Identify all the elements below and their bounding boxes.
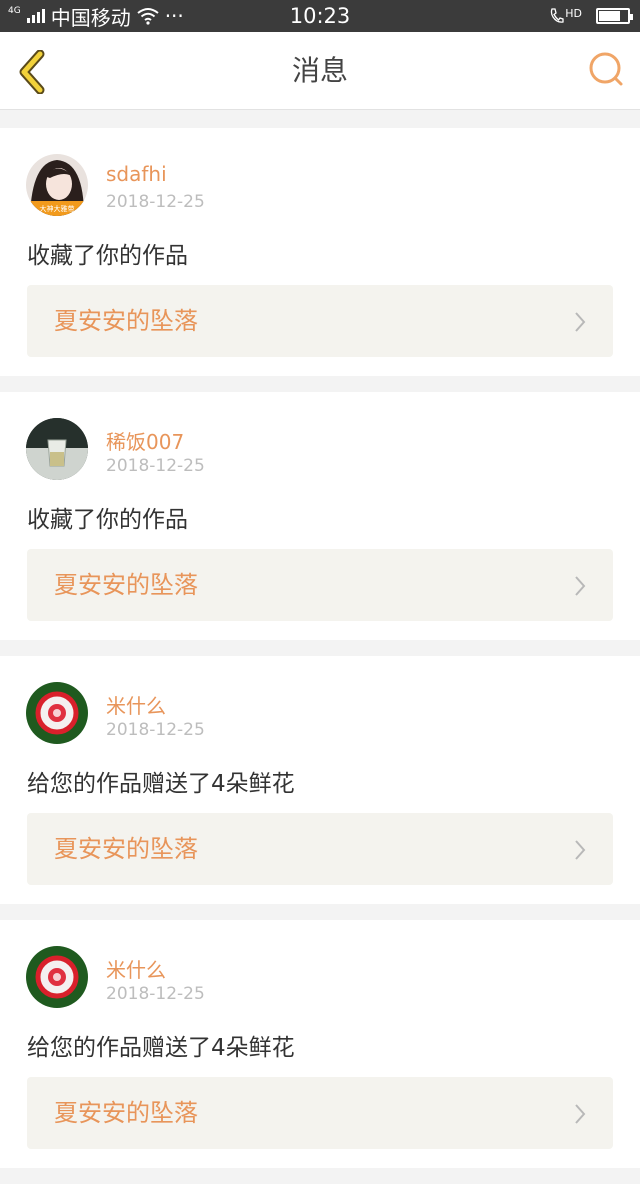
work-title: 夏安安的坠落 (54, 1099, 198, 1127)
work-title: 夏安安的坠落 (54, 835, 198, 863)
user-avatar[interactable] (26, 682, 88, 744)
message-text: 给您的作品赠送了4朵鲜花 (27, 771, 295, 797)
message-card: 稀饭007 2018-12-25 收藏了你的作品 夏安安的坠落 (0, 392, 640, 640)
user-avatar[interactable] (26, 946, 88, 1008)
nav-bar: 消息 (0, 32, 640, 110)
message-date: 2018-12-25 (106, 984, 205, 1004)
message-card: 大神大雅带 sdafhi 2018-12-25 收藏了你的作品 夏安安的坠落 (0, 128, 640, 376)
message-date: 2018-12-25 (106, 456, 205, 476)
battery-icon (596, 8, 633, 24)
chevron-right-icon (575, 1104, 586, 1124)
username[interactable]: 稀饭007 (106, 426, 184, 455)
work-title: 夏安安的坠落 (54, 571, 198, 599)
clock: 10:23 (289, 4, 351, 28)
username[interactable]: 米什么 (106, 690, 166, 719)
battery-fill (599, 11, 620, 21)
message-list: 大神大雅带 sdafhi 2018-12-25 收藏了你的作品 夏安安的坠落 稀… (0, 128, 640, 1184)
search-icon (589, 52, 623, 86)
avatar-caption: 大神大雅带 (40, 204, 75, 213)
work-title: 夏安安的坠落 (54, 307, 198, 335)
message-text: 给您的作品赠送了4朵鲜花 (27, 1035, 295, 1061)
chevron-right-icon (575, 840, 586, 860)
work-link[interactable]: 夏安安的坠落 (27, 813, 613, 885)
status-right: HD (550, 0, 633, 32)
user-avatar[interactable]: 大神大雅带 (26, 154, 88, 216)
message-card: 米什么 2018-12-25 给您的作品赠送了4朵鲜花 夏安安的坠落 (0, 656, 640, 904)
hd-label: HD (565, 7, 582, 20)
user-avatar[interactable] (26, 418, 88, 480)
work-link[interactable]: 夏安安的坠落 (27, 549, 613, 621)
username[interactable]: 米什么 (106, 954, 166, 983)
search-button[interactable] (586, 50, 626, 90)
chevron-right-icon (575, 576, 586, 596)
page-title: 消息 (291, 54, 348, 87)
username[interactable]: sdafhi (106, 162, 167, 186)
message-text: 收藏了你的作品 (27, 507, 188, 533)
work-link[interactable]: 夏安安的坠落 (27, 285, 613, 357)
message-text: 收藏了你的作品 (27, 243, 188, 269)
work-link[interactable]: 夏安安的坠落 (27, 1077, 613, 1149)
message-date: 2018-12-25 (106, 192, 205, 212)
hd-call-icon: HD (550, 8, 582, 24)
message-date: 2018-12-25 (106, 720, 205, 740)
chevron-right-icon (575, 312, 586, 332)
message-card: 米什么 2018-12-25 给您的作品赠送了4朵鲜花 夏安安的坠落 (0, 920, 640, 1168)
status-bar: 4G 中国移动 ··· 10:23 HD (0, 0, 640, 32)
